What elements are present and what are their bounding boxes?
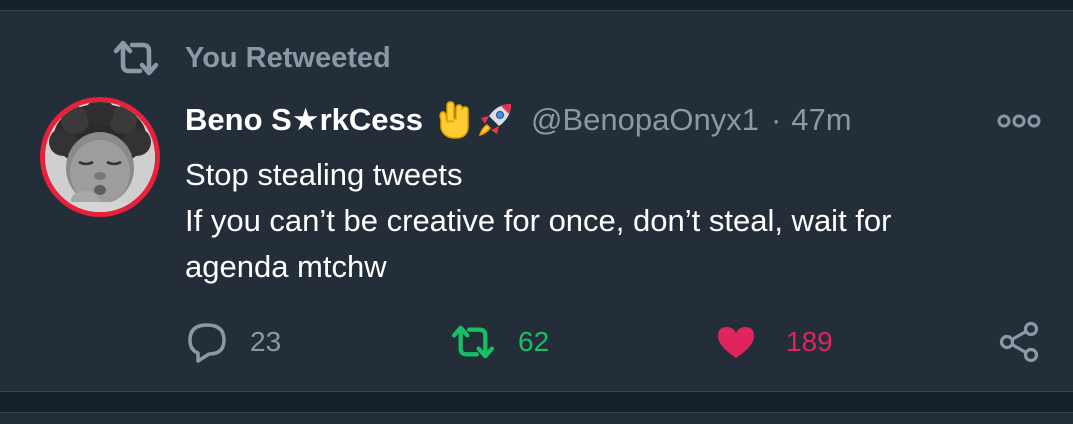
- tweet-text-line: agenda mtchw: [185, 249, 387, 284]
- like-button[interactable]: 189: [716, 320, 833, 364]
- author-display-name[interactable]: Beno S★rkCess: [185, 100, 423, 140]
- separator-dot: ·: [770, 102, 782, 137]
- reply-count: 23: [250, 326, 282, 357]
- tweet-timestamp[interactable]: 47m: [791, 100, 851, 140]
- tweet-text-line: Stop stealing tweets: [185, 157, 463, 192]
- tweet-text-line: If you can’t be creative for once, don’t…: [185, 203, 892, 238]
- sign-of-the-horns-emoji: [439, 101, 469, 139]
- retweet-icon: [451, 325, 495, 359]
- avatar[interactable]: [40, 97, 160, 217]
- top-divider: [0, 0, 1073, 8]
- share-icon[interactable]: [998, 321, 1040, 363]
- reply-button[interactable]: 23: [186, 320, 281, 364]
- rocket-emoji: [479, 104, 511, 136]
- reply-icon: [188, 323, 226, 363]
- heart-icon: [718, 327, 754, 358]
- like-count: 189: [786, 326, 833, 357]
- next-tweet-divider: [0, 392, 1073, 424]
- more-options-icon[interactable]: [996, 110, 1042, 132]
- retweet-button[interactable]: 62: [450, 320, 549, 364]
- retweet-context-label: You Retweeted: [185, 42, 391, 74]
- tweet-text: Stop stealing tweets If you can’t be cre…: [185, 152, 1045, 290]
- retweet-count: 62: [518, 326, 550, 357]
- retweet-icon: [113, 40, 159, 76]
- author-handle[interactable]: @BenopaOnyx1: [531, 100, 759, 140]
- avatar-photo: [45, 102, 155, 212]
- tweet-header: Beno S★rkCess @BenopaOnyx1 · 47m: [185, 100, 852, 140]
